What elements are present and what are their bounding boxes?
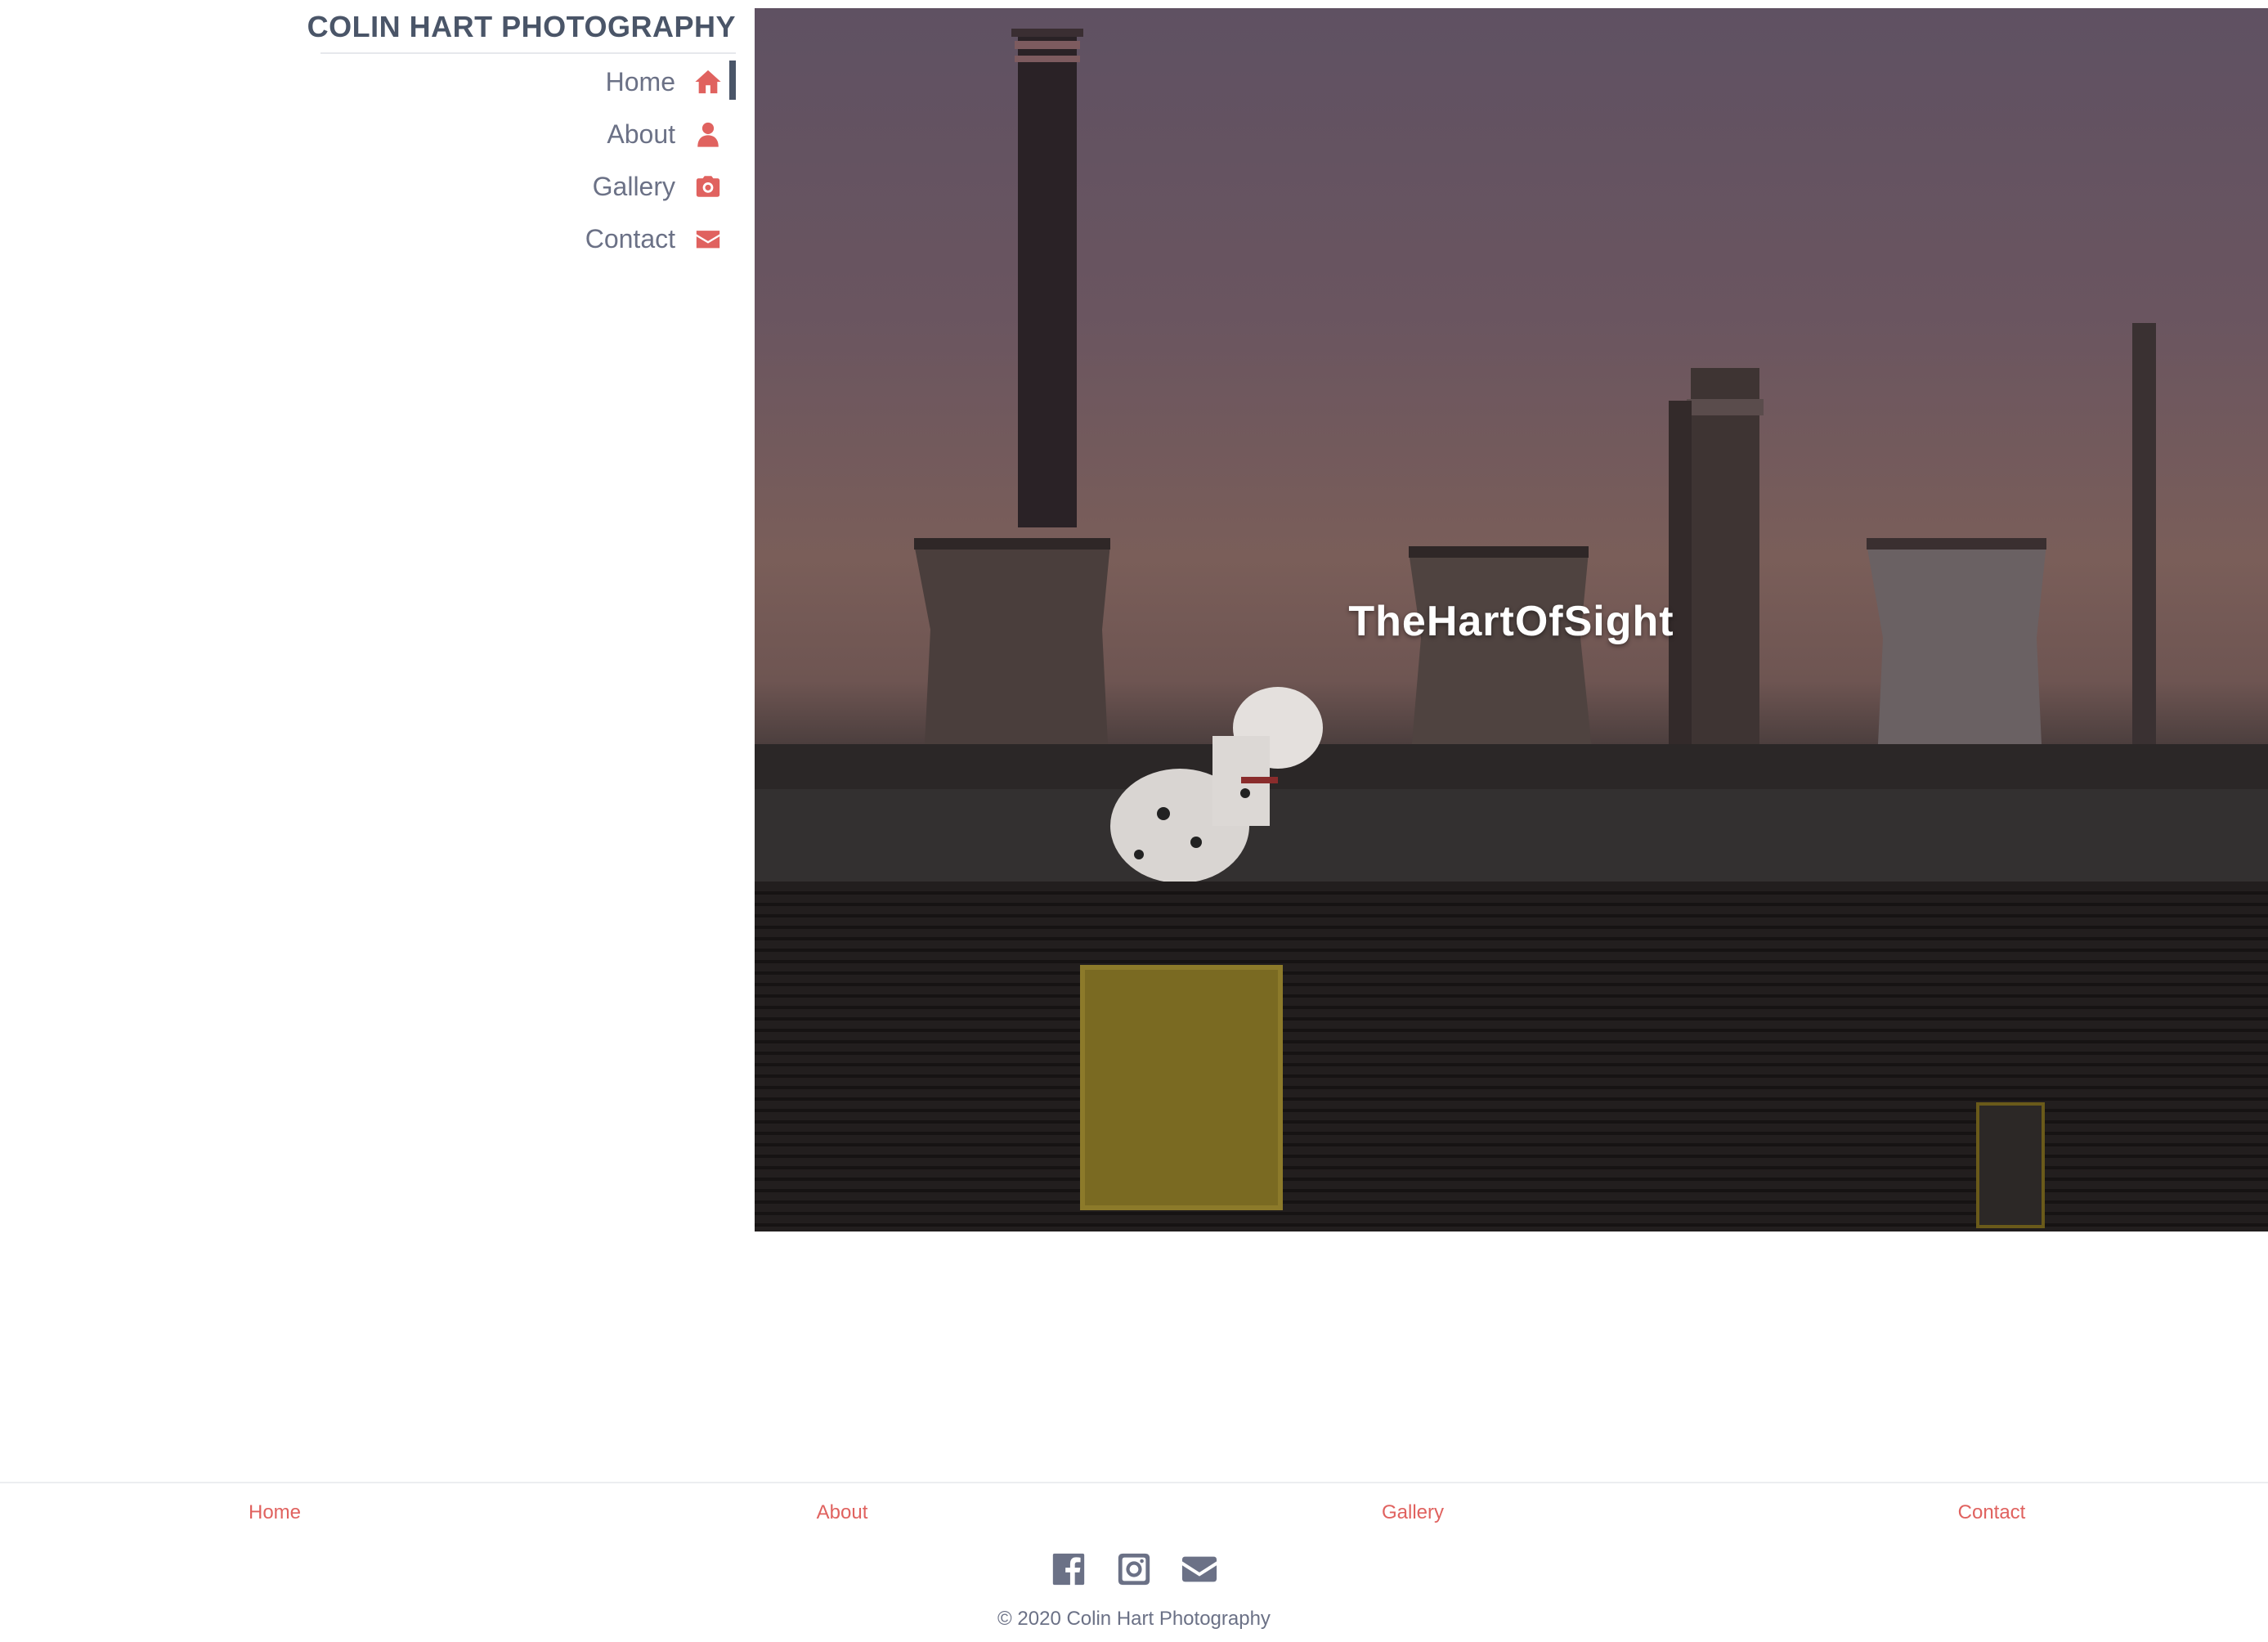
sidebar-item-gallery[interactable]: Gallery [245,160,736,213]
sidebar-item-contact[interactable]: Contact [245,213,736,265]
envelope-icon [693,224,723,253]
sidebar: COLIN HART PHOTOGRAPHY Home About Galler… [0,0,748,294]
wall-line [755,983,2268,986]
sidebar-item-about[interactable]: About [245,108,736,160]
wall-line [755,1006,2268,1009]
wall-line [755,1029,2268,1032]
footer-link-about[interactable]: About [817,1501,868,1524]
wall-line [755,971,2268,975]
camera-icon [693,172,723,201]
footer-link-contact[interactable]: Contact [1958,1501,2026,1524]
footer-divider [0,1482,2268,1483]
sidebar-item-label: Contact [585,223,675,253]
wall-line [755,1074,2268,1078]
wall-line [755,949,2268,952]
social-links [0,1550,2268,1591]
sidebar-item-label: Gallery [592,171,675,201]
home-icon [693,67,723,96]
footer-link-gallery[interactable]: Gallery [1382,1501,1444,1524]
wall-line [755,937,2268,940]
wall-line [755,960,2268,963]
facebook-icon[interactable] [1050,1550,1087,1588]
wall-line [755,1086,2268,1089]
wall-line [755,1052,2268,1055]
wall-line [755,914,2268,917]
user-icon [693,119,723,149]
hero-title: TheHartOfSight [1348,598,1674,645]
page: COLIN HART PHOTOGRAPHY Home About Galler… [0,0,2268,1642]
copyright: © 2020 Colin Hart Photography [997,1608,1271,1630]
active-indicator [729,61,736,100]
wall-line [755,903,2268,906]
hero-image: TheHartOfSight [755,8,2268,1232]
footer-nav: Home About Gallery Contact [0,1501,2268,1534]
sidebar-item-home[interactable]: Home [245,56,736,108]
wall-line [755,994,2268,998]
footer-link-home[interactable]: Home [249,1501,301,1524]
wall-line [755,1017,2268,1021]
title-divider [320,52,736,54]
sidebar-nav: Home About Gallery Contact [245,56,736,265]
wall-line [755,891,2268,895]
wall-line [755,926,2268,929]
email-icon[interactable] [1181,1550,1218,1588]
instagram-icon[interactable] [1115,1550,1153,1588]
wall-line [755,1097,2268,1101]
wall-line [755,1040,2268,1043]
sidebar-item-label: About [607,119,675,149]
site-title[interactable]: COLIN HART PHOTOGRAPHY [307,10,736,44]
sidebar-item-label: Home [605,66,675,96]
wall-line [755,1063,2268,1066]
